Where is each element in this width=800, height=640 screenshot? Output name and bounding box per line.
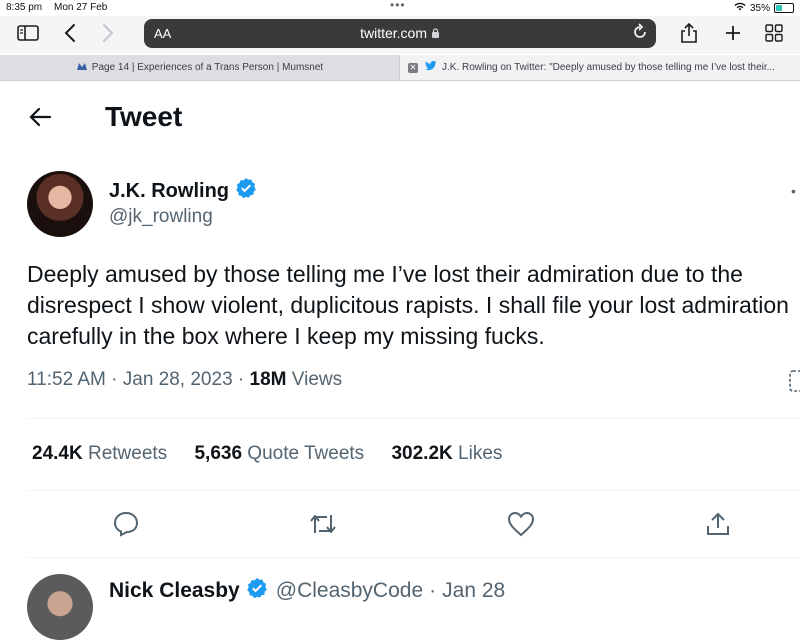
address-url: twitter.com: [144, 25, 656, 41]
retweets-stat[interactable]: 24.4K Retweets: [32, 443, 172, 464]
author-handle[interactable]: @jk_rowling: [109, 206, 213, 228]
views-count: 18M: [249, 369, 287, 390]
tab-label: Page 14 | Experiences of a Trans Person …: [91, 62, 324, 73]
battery-icon: [774, 3, 794, 13]
likes-count: 302.2K: [391, 443, 453, 464]
status-date: Mon 27 Feb: [54, 2, 108, 13]
retweets-count: 24.4K: [32, 443, 83, 464]
more-options-icon[interactable]: •: [791, 183, 796, 199]
like-icon[interactable]: [507, 511, 535, 542]
verified-badge-icon: [235, 177, 257, 205]
author-name-row[interactable]: J.K. Rowling: [109, 177, 257, 205]
battery-percent: 35%: [749, 2, 770, 14]
retweets-label: Retweets: [87, 443, 168, 464]
likes-label: Likes: [458, 443, 503, 464]
status-bar: 8:35 pm Mon 27 Feb ••• 35%: [0, 0, 800, 16]
quote-tweets-stat[interactable]: 5,636 Quote Tweets: [194, 443, 369, 464]
author-name[interactable]: J.K. Rowling: [109, 180, 229, 203]
share-tweet-icon[interactable]: [705, 511, 731, 542]
back-arrow-icon[interactable]: [28, 106, 52, 133]
forward-nav-icon[interactable]: [98, 20, 118, 46]
new-tab-icon[interactable]: [722, 20, 744, 46]
status-time: 8:35 pm: [6, 2, 43, 13]
tab-overview-icon[interactable]: [763, 20, 785, 46]
reply-header: Nick Cleasby @CleasbyCode · Jan 28: [109, 577, 505, 605]
divider: [27, 418, 800, 419]
close-tab-icon[interactable]: ✕: [408, 62, 418, 73]
back-nav-icon[interactable]: [60, 20, 80, 46]
meta-separator: ·: [111, 369, 123, 390]
analytics-icon[interactable]: [789, 370, 800, 397]
tab-strip: Page 14 | Experiences of a Trans Person …: [0, 55, 800, 81]
tab-twitter[interactable]: ✕ J.K. Rowling on Twitter: "Deeply amuse…: [400, 55, 800, 80]
browser-toolbar: AA twitter.com: [0, 16, 800, 54]
tweet-time[interactable]: 11:52 AM: [27, 369, 106, 390]
reply-author-handle[interactable]: @CleasbyCode: [276, 579, 423, 603]
reload-icon[interactable]: [632, 23, 648, 44]
retweet-icon[interactable]: [308, 511, 338, 542]
lock-icon: [431, 25, 440, 41]
status-indicators: 35%: [734, 2, 794, 14]
mumsnet-favicon-icon: [76, 61, 88, 74]
likes-stat[interactable]: 302.2K Likes: [391, 443, 502, 464]
views-label: Views: [291, 369, 343, 390]
tweet-stats: 24.4K Retweets 5,636 Quote Tweets 302.2K…: [32, 443, 524, 465]
twitter-favicon-icon: [425, 60, 437, 74]
reply-icon[interactable]: [113, 511, 139, 542]
quotes-label: Quote Tweets: [247, 443, 365, 464]
multitasking-dots[interactable]: •••: [390, 0, 406, 12]
meta-separator: ·: [429, 579, 437, 602]
tab-mumsnet[interactable]: Page 14 | Experiences of a Trans Person …: [0, 55, 400, 80]
sidebar-icon[interactable]: [16, 20, 40, 46]
verified-badge-icon: [246, 577, 268, 605]
reply-avatar[interactable]: [27, 574, 93, 640]
url-text: twitter.com: [360, 25, 427, 41]
divider: [27, 557, 800, 558]
reply-author-name[interactable]: Nick Cleasby: [109, 579, 240, 603]
meta-separator: ·: [237, 369, 250, 390]
quotes-count: 5,636: [194, 443, 243, 464]
reply-date[interactable]: Jan 28: [442, 579, 505, 603]
wifi-icon: [734, 2, 746, 14]
divider: [27, 490, 800, 491]
tweet-meta: 11:52 AM · Jan 28, 2023 · 18M Views: [27, 369, 342, 391]
tweet-date[interactable]: Jan 28, 2023: [123, 369, 233, 390]
tab-label: J.K. Rowling on Twitter: "Deeply amused …: [442, 62, 775, 73]
tweet-text: Deeply amused by those telling me I’ve l…: [27, 261, 789, 349]
page-title: Tweet: [105, 101, 183, 132]
share-icon[interactable]: [678, 20, 700, 46]
address-bar[interactable]: AA twitter.com: [144, 19, 656, 48]
author-avatar[interactable]: [27, 171, 93, 237]
